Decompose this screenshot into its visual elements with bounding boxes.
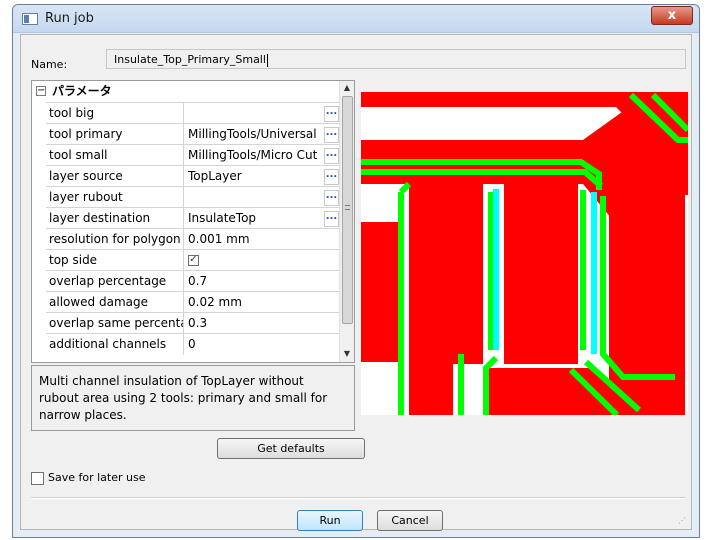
property-value[interactable]: 0.02 mm <box>185 292 340 313</box>
property-key: overlap same percentage <box>46 313 184 334</box>
cancel-button[interactable]: Cancel <box>377 510 443 531</box>
property-key: resolution for polygon pa <box>46 229 184 250</box>
property-row[interactable]: layer destination InsulateTop... <box>46 207 340 229</box>
property-value-text: 0.001 mm <box>188 232 250 246</box>
property-value[interactable]: 0.001 mm <box>185 229 340 250</box>
property-description: Multi channel insulation of TopLayer wit… <box>31 365 355 431</box>
collapse-icon[interactable]: − <box>36 86 46 96</box>
name-input-value: Insulate_Top_Primary_Small <box>114 53 266 66</box>
property-value-text: 0.3 <box>188 316 208 330</box>
property-key: top side <box>46 250 184 271</box>
property-value-text: 0.7 <box>188 274 208 288</box>
preview-canvas <box>361 92 688 415</box>
property-value-text: MillingTools/Micro Cut <box>188 148 318 162</box>
title-bar[interactable]: Run job x <box>13 5 699 33</box>
name-label: Name: <box>31 58 68 71</box>
name-input[interactable]: Insulate_Top_Primary_Small <box>106 49 686 69</box>
property-value-text: MillingTools/Universal <box>188 127 317 141</box>
browse-button[interactable]: ... <box>324 211 339 227</box>
property-value-text: 0 <box>188 337 196 351</box>
property-value-text: 0.02 mm <box>188 295 242 309</box>
property-key: tool primary <box>46 124 184 145</box>
browse-button[interactable]: ... <box>324 106 339 122</box>
property-grid-scrollbar[interactable]: ▲ ▼ <box>339 81 354 362</box>
grip-icon <box>345 205 350 210</box>
property-key: additional channels <box>46 334 184 355</box>
scroll-up-icon[interactable]: ▲ <box>340 81 354 95</box>
property-value[interactable]: 0.3 <box>185 313 340 334</box>
property-key: overlap percentage <box>46 271 184 292</box>
close-icon: x <box>667 8 677 23</box>
property-row[interactable]: overlap percentage 0.7 <box>46 270 340 292</box>
property-value-text: TopLayer <box>188 169 242 183</box>
property-key: layer destination <box>46 208 184 229</box>
property-row[interactable]: top side ✓ <box>46 249 340 271</box>
get-defaults-button[interactable]: Get defaults <box>217 438 365 459</box>
property-value[interactable]: 0 <box>185 334 340 355</box>
property-row[interactable]: tool big... <box>46 102 340 124</box>
footer-separator <box>31 497 685 499</box>
resize-grip-icon[interactable]: ⋰ <box>678 516 688 526</box>
property-value[interactable]: MillingTools/Micro Cut... <box>185 145 340 166</box>
window-title: Run job <box>45 11 94 26</box>
property-key: tool big <box>46 103 184 124</box>
close-button[interactable]: x <box>651 6 693 25</box>
property-key: layer source <box>46 166 184 187</box>
window-icon <box>22 13 38 25</box>
property-value[interactable]: TopLayer... <box>185 166 340 187</box>
property-row[interactable]: resolution for polygon pa 0.001 mm <box>46 228 340 250</box>
property-category-header[interactable]: − パラメータ <box>32 81 340 102</box>
save-for-later-label: Save for later use <box>48 471 146 484</box>
property-row[interactable]: tool primary MillingTools/Universal... <box>46 123 340 145</box>
property-value[interactable]: ✓ <box>185 250 340 271</box>
property-value-text: InsulateTop <box>188 211 257 225</box>
run-button[interactable]: Run <box>297 510 363 531</box>
property-grid[interactable]: − パラメータ tool big... tool primary MillingTo… <box>31 80 355 363</box>
dialog-body: Name: Insulate_Top_Primary_Small − パラメータ… <box>20 34 692 531</box>
run-job-dialog: Run job x Name: Insulate_Top_Primary_Sma… <box>12 4 700 538</box>
browse-button[interactable]: ... <box>324 148 339 164</box>
property-value[interactable]: 0.7 <box>185 271 340 292</box>
toolpath-preview <box>361 92 688 415</box>
text-caret <box>266 53 268 67</box>
property-key: layer rubout <box>46 187 184 208</box>
browse-button[interactable]: ... <box>324 127 339 143</box>
property-row[interactable]: overlap same percentage 0.3 <box>46 312 340 334</box>
property-row[interactable]: layer rubout... <box>46 186 340 208</box>
top-side-checkbox[interactable]: ✓ <box>188 255 199 266</box>
property-value[interactable]: MillingTools/Universal... <box>185 124 340 145</box>
property-category-label: パラメータ <box>52 84 112 98</box>
property-row[interactable]: layer source TopLayer... <box>46 165 340 187</box>
browse-button[interactable]: ... <box>324 169 339 185</box>
scrollbar-thumb[interactable] <box>342 96 353 324</box>
property-row[interactable]: tool small MillingTools/Micro Cut... <box>46 144 340 166</box>
scroll-down-icon[interactable]: ▼ <box>340 347 354 361</box>
property-row[interactable]: allowed damage 0.02 mm <box>46 291 340 313</box>
property-value[interactable]: ... <box>185 187 340 208</box>
property-key: allowed damage <box>46 292 184 313</box>
browse-button[interactable]: ... <box>324 190 339 206</box>
save-for-later-checkbox[interactable] <box>31 472 44 485</box>
property-value[interactable]: InsulateTop... <box>185 208 340 229</box>
property-key: tool small <box>46 145 184 166</box>
property-value[interactable]: ... <box>185 103 340 124</box>
property-row[interactable]: additional channels 0 <box>46 333 340 355</box>
